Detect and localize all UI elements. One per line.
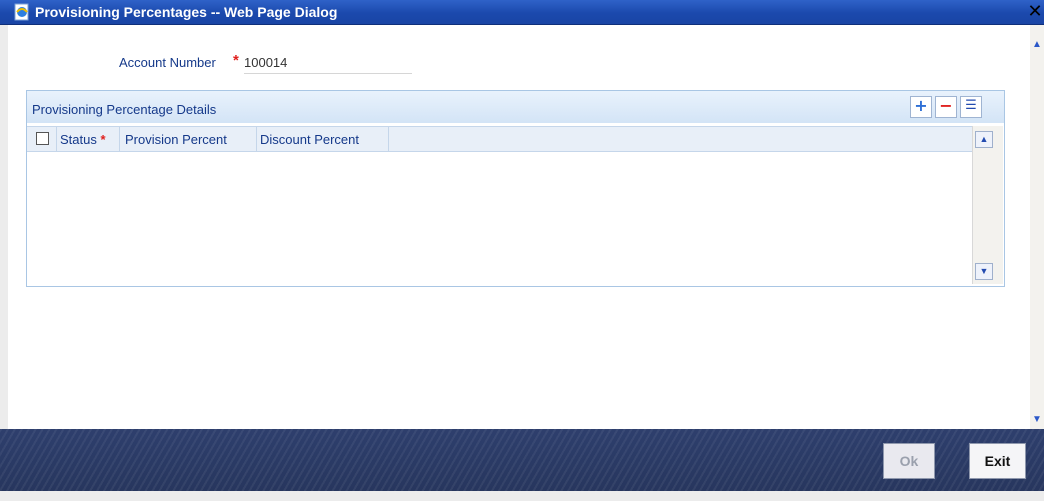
column-divider bbox=[119, 127, 120, 151]
account-number-field[interactable]: 100014 bbox=[244, 55, 412, 74]
exit-button[interactable]: Exit bbox=[969, 443, 1026, 479]
close-icon[interactable]: ✕ bbox=[1026, 3, 1044, 21]
column-divider bbox=[256, 127, 257, 151]
delete-row-button[interactable]: − bbox=[935, 96, 957, 118]
grid-column-header: Status * Provision Percent Discount Perc… bbox=[27, 126, 972, 152]
title-bar: Provisioning Percentages -- Web Page Dia… bbox=[0, 0, 1044, 25]
select-all-checkbox[interactable] bbox=[36, 132, 49, 145]
grid-scroll-up-icon[interactable]: ▲ bbox=[975, 131, 993, 148]
left-border bbox=[0, 25, 8, 429]
panel-title: Provisioning Percentage Details bbox=[32, 102, 217, 117]
column-status: Status * bbox=[60, 132, 106, 147]
single-view-button[interactable]: ☰ bbox=[960, 96, 982, 118]
account-number-label: Account Number bbox=[119, 55, 216, 70]
provisioning-details-panel: Provisioning Percentage Details + − ☰ St… bbox=[26, 90, 1005, 287]
scroll-up-icon[interactable]: ▲ bbox=[1030, 38, 1044, 52]
column-provision-percent: Provision Percent bbox=[125, 132, 227, 147]
scroll-down-icon[interactable]: ▼ bbox=[1030, 413, 1044, 427]
panel-header: Provisioning Percentage Details + − ☰ bbox=[27, 91, 1004, 123]
status-strip bbox=[0, 491, 1044, 501]
column-status-label: Status bbox=[60, 132, 97, 147]
ie-page-icon bbox=[14, 3, 29, 21]
column-divider bbox=[388, 127, 389, 151]
ok-button[interactable]: Ok bbox=[883, 443, 935, 479]
add-row-button[interactable]: + bbox=[910, 96, 932, 118]
grid-scroll-down-icon[interactable]: ▼ bbox=[975, 263, 993, 280]
window-title: Provisioning Percentages -- Web Page Dia… bbox=[35, 4, 338, 20]
grid-scrollbar[interactable]: ▲ ▼ bbox=[972, 126, 1003, 284]
status-required-mark: * bbox=[100, 132, 106, 147]
column-divider bbox=[56, 127, 57, 151]
footer-bar: Ok Exit bbox=[0, 429, 1044, 491]
account-number-required-mark: * bbox=[233, 52, 239, 69]
column-discount-percent: Discount Percent bbox=[260, 132, 359, 147]
page-scrollbar[interactable]: ▲ ▼ bbox=[1030, 25, 1044, 429]
